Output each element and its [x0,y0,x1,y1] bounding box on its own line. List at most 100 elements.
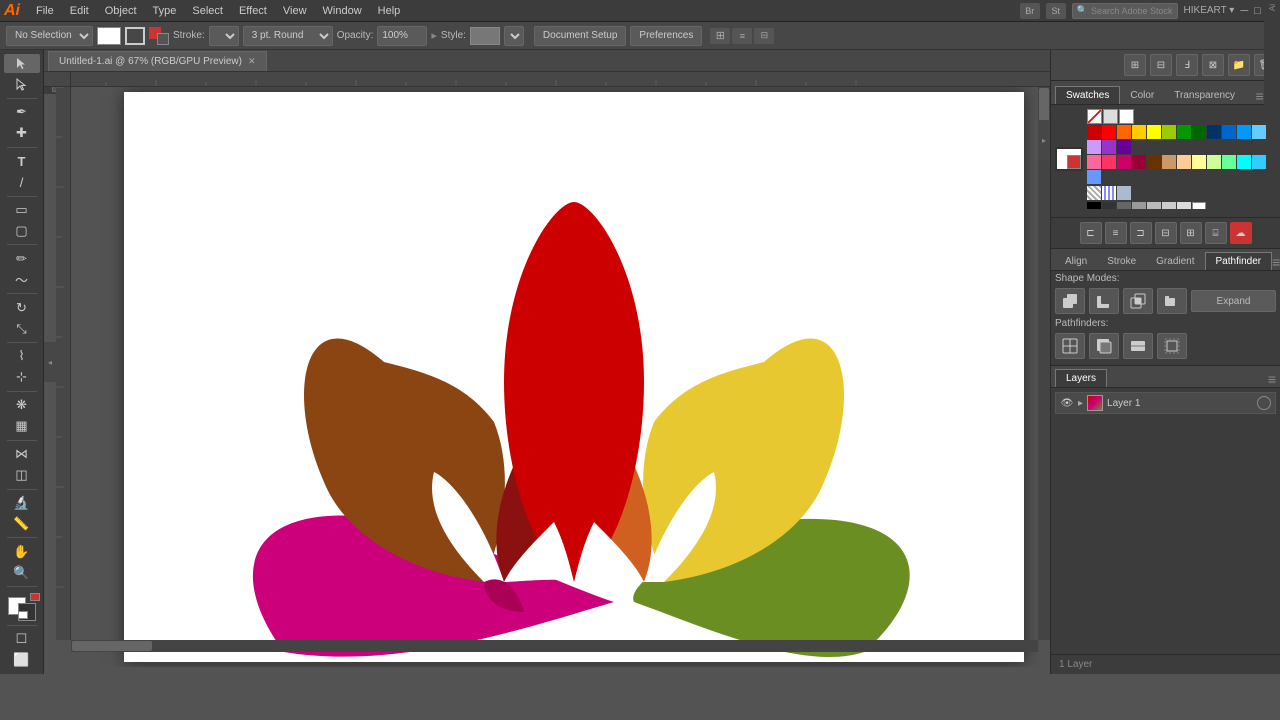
intersect-btn[interactable] [1123,288,1153,314]
swatch-lighter-gray[interactable] [1162,202,1176,209]
swatch-near-white[interactable] [1177,202,1191,209]
white-swatch[interactable] [1055,147,1083,171]
expand-btn[interactable]: Expand [1191,290,1276,312]
stock-btn[interactable]: St [1046,3,1066,19]
art-tool-btn[interactable]: Ⅎ [1176,54,1198,76]
swatch-white2[interactable] [1192,202,1206,209]
layer-1-item[interactable]: 👁 ▸ Layer 1 [1055,392,1276,414]
swatch-dark-purple[interactable] [1117,140,1131,154]
swatch-periwinkle[interactable] [1087,170,1101,184]
swatch-red[interactable] [1087,125,1101,139]
stroke-swatch[interactable] [125,27,145,45]
document-tab[interactable]: Untitled-1.ai @ 67% (RGB/GPU Preview) ✕ [48,51,267,71]
folder-btn[interactable]: 📁 [1228,54,1250,76]
symbol-tool[interactable]: ❋ [4,396,40,415]
swatch-lavender[interactable] [1087,140,1101,154]
align-right-btn[interactable]: ⊐ [1130,222,1152,244]
swatch-hot-pink[interactable] [1102,155,1116,169]
type-tool[interactable]: T [4,152,40,171]
swatch-dark-pink[interactable] [1132,155,1146,169]
screen-mode[interactable]: ⬜ [4,651,40,670]
swatch-brown[interactable] [1147,155,1161,169]
warp-tool[interactable]: ⌇ [4,347,40,366]
swatch-gray[interactable] [1132,202,1146,209]
mesh-tool[interactable]: ⋈ [4,445,40,464]
swatch-yellow-green[interactable] [1162,125,1176,139]
swatch-light-gray[interactable] [1147,202,1161,209]
right-panel-collapse[interactable]: ▸ [1038,120,1050,160]
panel-options-btn[interactable]: ≡ [1255,88,1263,104]
menu-help[interactable]: Help [370,3,409,19]
hand-tool[interactable]: ✋ [4,542,40,561]
swatch-mint[interactable] [1222,155,1236,169]
align-left-btn[interactable]: ⊏ [1080,222,1102,244]
swatch-light-blue[interactable] [1252,125,1266,139]
line-tool[interactable]: / [4,173,40,192]
layer-expand-arrow[interactable]: ▸ [1078,398,1083,409]
rect-tool[interactable]: ▭ [4,200,40,219]
crop-btn[interactable] [1157,333,1187,359]
stroke-weight-select[interactable]: 3 pt. Round [243,26,333,46]
align-center-btn[interactable]: ≡ [1105,222,1127,244]
distribute-h-btn[interactable]: ⊟ [1155,222,1177,244]
swatch-black[interactable] [1087,202,1101,209]
free-transform-tool[interactable]: ⊹ [4,368,40,387]
tab-layers[interactable]: Layers [1055,369,1107,387]
swatch-medium-gray[interactable] [1117,202,1131,209]
swatch-orange[interactable] [1117,125,1131,139]
swatch-navy[interactable] [1207,125,1221,139]
gradient-tool[interactable]: ◫ [4,466,40,485]
selection-dropdown[interactable]: No Selection [6,26,93,46]
opacity-options-btn[interactable]: ▸ [431,29,437,42]
search-stock-input[interactable]: Search Adobe Stock [1091,6,1173,16]
swatch-dark-green[interactable] [1192,125,1206,139]
swatch-bright-red[interactable] [1102,125,1116,139]
swatch-white[interactable] [1119,109,1134,124]
tab-stroke[interactable]: Stroke [1097,252,1146,270]
direct-selection-tool[interactable] [4,75,40,94]
column-graph-tool[interactable]: ▦ [4,417,40,436]
align-objects-btn[interactable]: ⊞ [1124,54,1146,76]
tab-close-btn[interactable]: ✕ [248,56,256,67]
swatch-tan[interactable] [1162,155,1176,169]
align-icon-btn[interactable]: ⊟ [1150,54,1172,76]
color-swatches[interactable] [4,593,40,619]
menu-view[interactable]: View [275,3,315,19]
stroke-color-select[interactable] [209,26,239,46]
swatch-blue[interactable] [1222,125,1236,139]
measure-tool[interactable]: 📏 [4,514,40,533]
opacity-input[interactable] [377,26,427,46]
h-scrollbar[interactable] [71,640,1038,652]
unite-btn[interactable] [1055,288,1085,314]
tab-swatches[interactable]: Swatches [1055,86,1120,104]
left-panel-collapse[interactable]: ◂ [44,342,56,382]
menu-object[interactable]: Object [97,3,145,19]
draw-mode-normal[interactable]: ☐ [4,630,40,649]
selection-tool[interactable] [4,54,40,73]
exclude-btn[interactable] [1157,288,1187,314]
swatch-yellow[interactable] [1147,125,1161,139]
rounded-rect-tool[interactable]: ▢ [4,221,40,240]
menu-window[interactable]: Window [315,3,370,19]
tab-pathfinder[interactable]: Pathfinder [1205,252,1273,270]
preferences-btn[interactable]: Preferences [630,26,702,46]
swatch-purple[interactable] [1102,140,1116,154]
pencil-tool[interactable]: ✏ [4,249,40,268]
swatch-pink[interactable] [1087,155,1101,169]
divide-btn[interactable] [1055,333,1085,359]
panels-icon[interactable]: ⊟ [754,28,774,44]
swatch-green[interactable] [1177,125,1191,139]
align-icon[interactable]: ≡ [732,28,752,44]
none-swatch[interactable] [1087,109,1102,124]
minus-front-btn[interactable] [1089,288,1119,314]
swatch-sky-blue[interactable] [1237,125,1251,139]
layer-name[interactable]: Layer 1 [1107,398,1253,409]
scale-tool[interactable]: ⤡ [4,319,40,338]
h-scrollbar-thumb[interactable] [72,641,152,651]
swatch-light-yellow[interactable] [1192,155,1206,169]
maximize-btn[interactable]: □ [1254,5,1261,17]
lower-panel-options[interactable]: ≡ [1272,254,1280,270]
canvas-scroll-area[interactable] [71,87,1050,667]
swatch-pattern2[interactable] [1102,186,1116,200]
swatch-yellow-orange[interactable] [1132,125,1146,139]
